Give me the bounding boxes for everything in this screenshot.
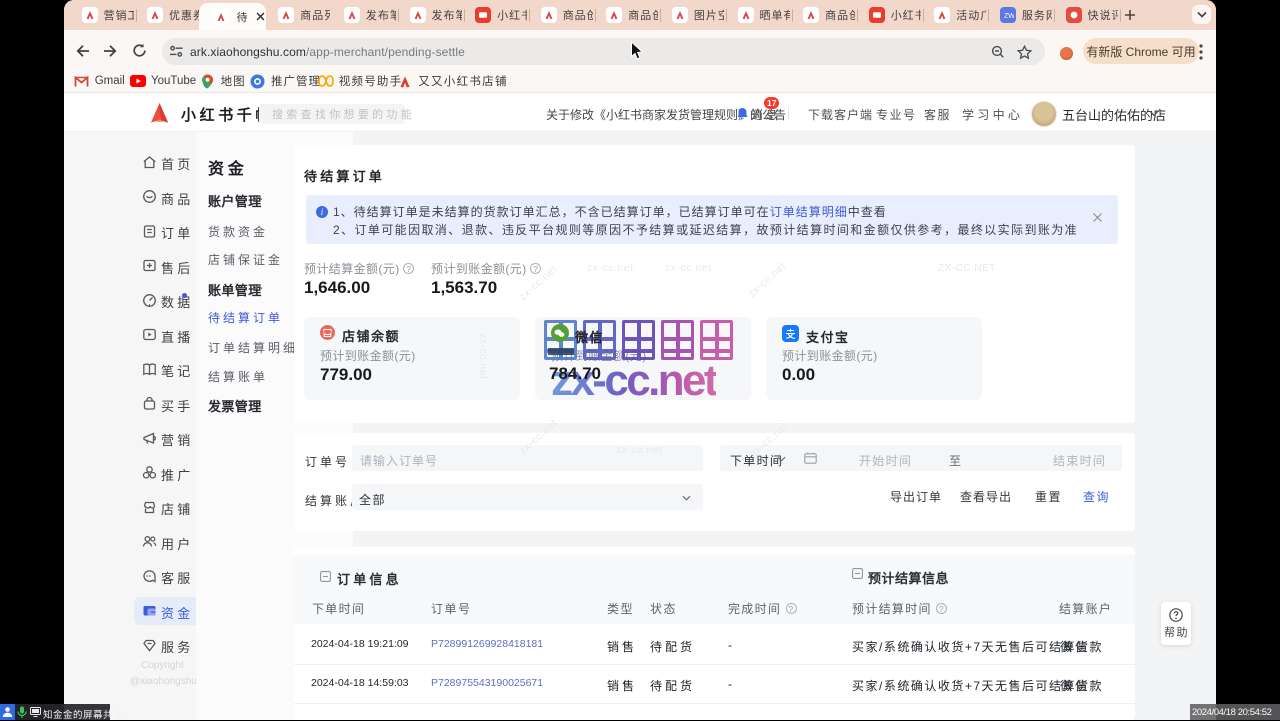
svg-text:ZW: ZW (1004, 13, 1014, 20)
